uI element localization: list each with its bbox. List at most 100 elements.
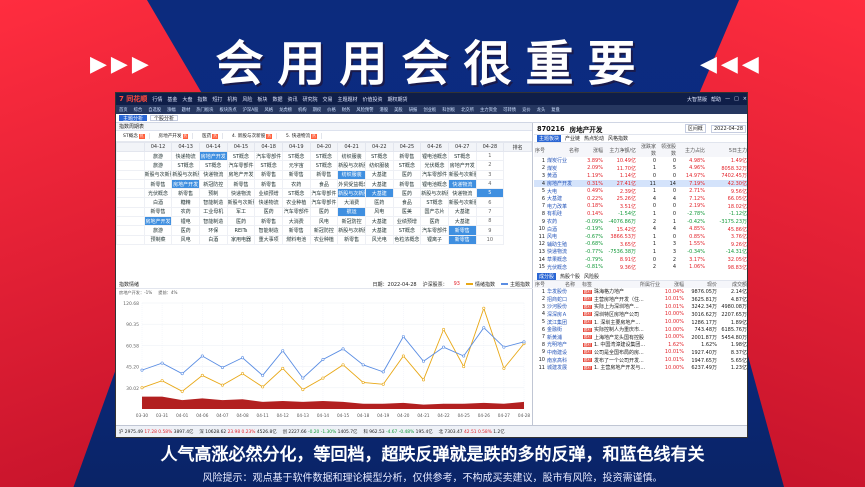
stock-row[interactable]: 7 新黄浦 题材 上海地产龙头国有控股 10.00% 2001.87万 5454.80万 <box>534 333 747 341</box>
theme-cell[interactable]: 6 <box>475 197 505 208</box>
theme-cell[interactable]: 新冠防控 <box>309 225 339 236</box>
stock-row[interactable]: 10 南京高科 题材 发布了一个公司开发... 10.01% 1947.65万 5.65亿 <box>534 356 747 364</box>
theme-cell[interactable]: 国产芯片 <box>420 206 449 218</box>
theme-cell[interactable]: 新股与次新股 <box>447 169 477 180</box>
theme-cell[interactable]: 新零售 <box>254 216 283 227</box>
index-quote[interactable]: 北 7303.47 42.51 0.58% 1.2亿 <box>439 429 505 435</box>
theme-cell[interactable]: 军工 <box>226 206 256 218</box>
theme-cell[interactable]: ST概念 <box>171 160 200 171</box>
nav-item[interactable]: 龙头 <box>536 107 547 113</box>
stock-row[interactable]: 11 城建发展 题材 1. 主营房地产开发与... 10.00% 6237.49万 1.23… <box>534 364 747 372</box>
theme-cell[interactable]: ST概念 <box>281 188 311 199</box>
theme-cell[interactable]: 新股与次新股 <box>143 169 173 180</box>
menu-item[interactable]: 风险 <box>242 96 252 103</box>
theme-cell[interactable]: 食品 <box>392 197 422 208</box>
index-quote[interactable]: 创 2227.66 -0.20 -1.30% 1405.7亿 <box>283 429 358 435</box>
theme-cell[interactable]: 汽车零部件 <box>254 150 283 162</box>
nav-item[interactable]: 风险预警 <box>355 107 374 113</box>
theme-cell[interactable]: 大基建 <box>364 225 394 236</box>
theme-cell[interactable]: 新零售 <box>392 150 422 162</box>
theme-cell[interactable]: 医药 <box>392 188 422 199</box>
theme-cell[interactable]: 快递物流 <box>171 150 200 162</box>
sector-row[interactable]: 2 煤炭 2.09% 11.70亿 1 5 4.96% 8058.32万 <box>534 165 747 173</box>
theme-cell[interactable]: 快递物流 <box>254 197 283 208</box>
nav-item[interactable]: 期权 <box>312 107 323 113</box>
sector-row[interactable]: 12 辅助生殖 -0.68% 3.65亿 1 3 1.55% 9.26亿 <box>534 241 747 249</box>
sector-row[interactable]: 8 有机硅 0.14% -1.54亿 1 0 -2.78% -1.12亿 <box>534 210 747 218</box>
theme-cell[interactable]: 大基建 <box>364 188 394 199</box>
theme-cell[interactable]: 农药 <box>171 206 200 218</box>
theme-cell[interactable]: ST概念 <box>198 160 228 171</box>
sector-row[interactable]: 3 黄酒 1.19% 1.14亿 0 0 14.97% 7402.45万 <box>534 172 747 180</box>
nav-item[interactable]: 财务 <box>341 107 352 113</box>
theme-cell[interactable]: 4 <box>475 178 505 190</box>
theme-cell[interactable]: 新零售 <box>337 234 366 245</box>
sector-row[interactable]: 9 农药 -0.09% -4076.86万 2 1 -0.42% -3175.23万 <box>534 218 747 226</box>
menu-item[interactable]: 主题题材 <box>338 96 358 103</box>
menu-item[interactable]: 机构 <box>227 96 237 103</box>
theme-cell[interactable]: 3 <box>475 169 505 180</box>
theme-cell[interactable]: 新股与次新股 <box>337 225 366 236</box>
theme-cell[interactable]: 汽车零部件 <box>309 197 339 208</box>
index-quote[interactable]: 沪 2975.49 17.28 0.58% 3897.4亿 <box>119 429 193 435</box>
nav-item[interactable]: 科创板 <box>441 107 456 113</box>
theme-cell[interactable]: ST概念 <box>364 150 394 162</box>
theme-cell[interactable]: 2 <box>475 160 505 171</box>
nav-item[interactable]: 龙虎榜 <box>278 107 293 113</box>
menu-item[interactable]: 大盘 <box>182 96 192 103</box>
theme-cell[interactable]: 新零售 <box>171 188 200 199</box>
nav-item[interactable]: 主力资金 <box>479 107 498 113</box>
nav-item[interactable]: 首页 <box>118 107 129 113</box>
theme-cell[interactable]: 汽车零部件 <box>420 225 449 236</box>
theme-cell[interactable]: REITs <box>226 225 256 236</box>
theme-cell[interactable]: ST概念 <box>392 160 422 171</box>
theme-cell[interactable]: 白酒 <box>143 197 173 208</box>
date-picker[interactable]: 2022-04-28 <box>710 124 746 133</box>
theme-cell[interactable]: 大基建 <box>364 216 394 227</box>
theme-cell[interactable]: 大基建 <box>447 206 477 218</box>
theme-cell[interactable]: 1 <box>475 150 505 162</box>
menu-item[interactable]: 指数 <box>197 96 207 103</box>
pinned-theme[interactable]: 医药热 <box>198 133 223 139</box>
theme-cell[interactable]: 新股与次新股 <box>337 188 366 199</box>
menu-item[interactable]: 数据 <box>272 96 282 103</box>
pinned-theme[interactable]: 5. 快递物流热 <box>282 133 322 139</box>
theme-cell[interactable]: 新股与次新股 <box>447 197 477 208</box>
theme-cell[interactable]: 房地产开发 <box>171 178 200 190</box>
theme-cell[interactable]: 医药 <box>420 216 449 227</box>
sector-tab[interactable]: 热点轮动 <box>584 135 604 142</box>
theme-cell[interactable]: 大基建 <box>447 216 477 227</box>
theme-cell[interactable]: 锂离子 <box>420 234 449 245</box>
theme-cell[interactable]: 燃料电池 <box>281 234 311 245</box>
sector-tab[interactable]: 产业链 <box>565 135 580 142</box>
nav-item[interactable]: 创业板 <box>422 107 437 113</box>
theme-cell[interactable]: ST概念 <box>309 150 339 162</box>
stock-row[interactable]: 8 光明地产 题材 1. 中国湾漳建设集团... 1.62% 1.62% 1.98亿 <box>534 341 747 349</box>
theme-cell[interactable]: 新零售 <box>226 178 256 190</box>
stock-row[interactable]: 4 深深房Ａ 题材 深圳特区房地产公司 10.00% 3016.62万 2207.65万 <box>534 311 747 319</box>
theme-cell[interactable]: 光伏概念 <box>143 188 173 199</box>
range-label[interactable]: 区间概 <box>684 124 706 133</box>
nav-item[interactable]: 热门板块 <box>195 107 214 113</box>
theme-cell[interactable]: ST概念 <box>226 150 256 162</box>
theme-cell[interactable]: ST概念 <box>392 225 422 236</box>
theme-cell[interactable]: ST概念 <box>420 197 449 208</box>
theme-cell[interactable]: 新股与次新股 <box>337 160 366 171</box>
theme-cell[interactable]: 医药 <box>171 225 200 236</box>
theme-cell[interactable]: 家用电器 <box>226 234 256 245</box>
nav-item[interactable]: 风格 <box>263 107 274 113</box>
theme-cell[interactable]: 重大事项 <box>254 234 283 245</box>
nav-item[interactable]: 研报 <box>408 107 419 113</box>
theme-cell[interactable]: 汽车零部件 <box>226 160 256 171</box>
theme-cell[interactable]: 医药 <box>226 216 256 227</box>
window-control[interactable]: □ <box>734 96 739 103</box>
theme-cell[interactable]: 风光电 <box>364 234 394 245</box>
theme-cell[interactable]: 房地产开发 <box>226 169 256 180</box>
theme-cell[interactable]: 新零售 <box>447 225 477 236</box>
nav-item[interactable]: 竞价 <box>521 107 532 113</box>
theme-cell[interactable]: ST概念 <box>447 150 477 162</box>
theme-cell[interactable]: 新零售 <box>309 169 339 180</box>
theme-cell[interactable]: 新零售 <box>281 225 311 236</box>
theme-cell[interactable]: 新零售 <box>281 169 311 180</box>
theme-cell[interactable]: 医药 <box>254 206 283 218</box>
